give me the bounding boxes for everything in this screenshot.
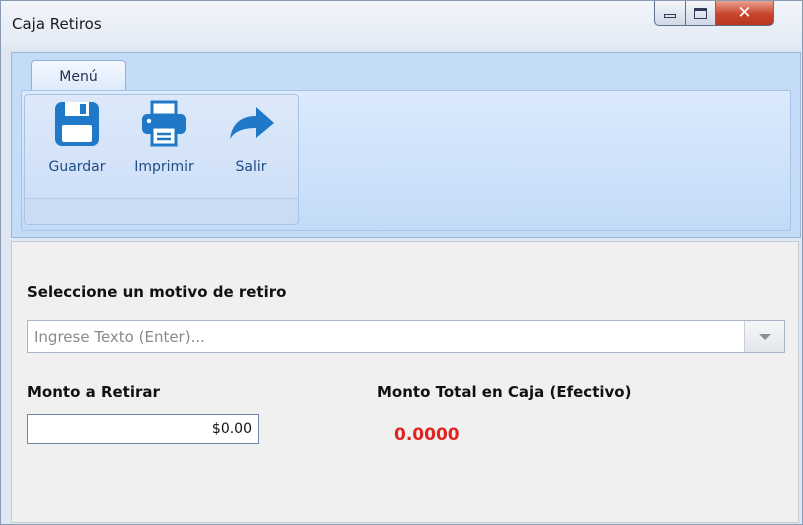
motivo-label: Seleccione un motivo de retiro	[27, 283, 287, 301]
close-icon: ✕	[737, 3, 752, 23]
maximize-icon	[694, 7, 707, 19]
save-icon	[55, 102, 99, 146]
ribbon-group-footer	[25, 198, 298, 224]
minimize-button[interactable]	[654, 1, 686, 26]
caja-retiros-window: Caja Retiros ✕ Menú Guardar Imprimir Sal…	[0, 0, 803, 525]
motivo-dropdown-button[interactable]	[744, 321, 784, 352]
minimize-icon	[664, 14, 676, 18]
window-title: Caja Retiros	[12, 15, 102, 33]
exit-button-label: Salir	[235, 159, 267, 175]
print-button[interactable]: Imprimir	[129, 99, 199, 179]
monto-label: Monto a Retirar	[27, 383, 160, 401]
ribbon-panel: Guardar Imprimir Salir	[21, 90, 791, 231]
close-button[interactable]: ✕	[716, 1, 774, 26]
motivo-input[interactable]	[28, 321, 744, 352]
exit-arrow-icon	[230, 107, 274, 139]
print-button-label: Imprimir	[134, 159, 194, 175]
total-label: Monto Total en Caja (Efectivo)	[377, 383, 632, 401]
chevron-down-icon	[758, 333, 771, 340]
save-button[interactable]: Guardar	[42, 99, 112, 179]
monto-input[interactable]	[27, 414, 259, 444]
save-button-label: Guardar	[48, 159, 106, 175]
tab-menu[interactable]: Menú	[31, 60, 126, 92]
total-value: 0.0000	[394, 425, 460, 445]
motivo-combobox[interactable]	[27, 320, 785, 353]
title-bar[interactable]: Caja Retiros ✕	[1, 1, 802, 47]
ribbon: Menú Guardar Imprimir Salir	[11, 52, 801, 238]
ribbon-group-actions: Guardar Imprimir Salir	[24, 94, 299, 225]
window-controls: ✕	[654, 1, 800, 27]
form-panel: Seleccione un motivo de retiro Monto a R…	[11, 241, 799, 523]
exit-button[interactable]: Salir	[216, 99, 286, 179]
printer-icon	[142, 100, 186, 147]
maximize-button[interactable]	[686, 1, 716, 26]
